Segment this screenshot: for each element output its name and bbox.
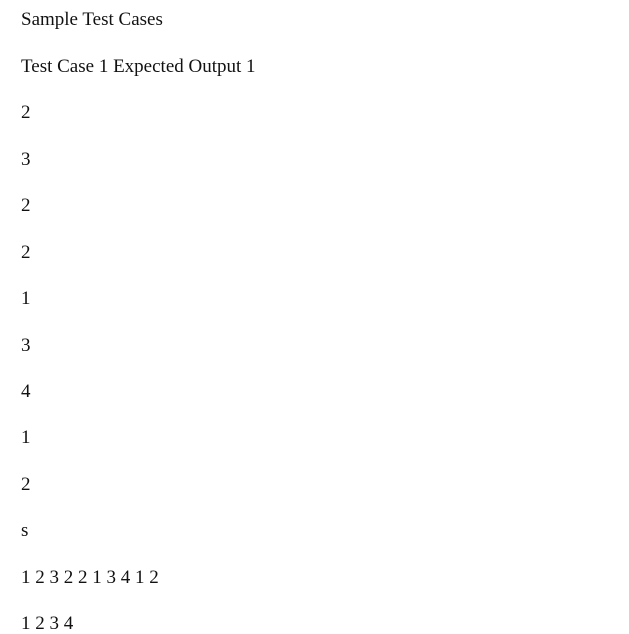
sequence-line: 1 2 3 2 2 1 3 4 1 2	[21, 567, 159, 588]
input-line: 1	[21, 288, 31, 309]
input-line: 3	[21, 149, 31, 170]
input-line: 2	[21, 242, 31, 263]
input-line: 2	[21, 474, 31, 495]
input-line: 4	[21, 381, 31, 402]
input-line: 3	[21, 335, 31, 356]
test-case-header: Test Case 1 Expected Output 1	[21, 56, 256, 77]
input-line: 1	[21, 427, 31, 448]
page-title: Sample Test Cases	[21, 9, 163, 30]
input-line: 2	[21, 102, 31, 123]
output-line: 1 2 3 4	[21, 613, 74, 634]
input-line: 2	[21, 195, 31, 216]
marker-line: s	[21, 520, 29, 541]
